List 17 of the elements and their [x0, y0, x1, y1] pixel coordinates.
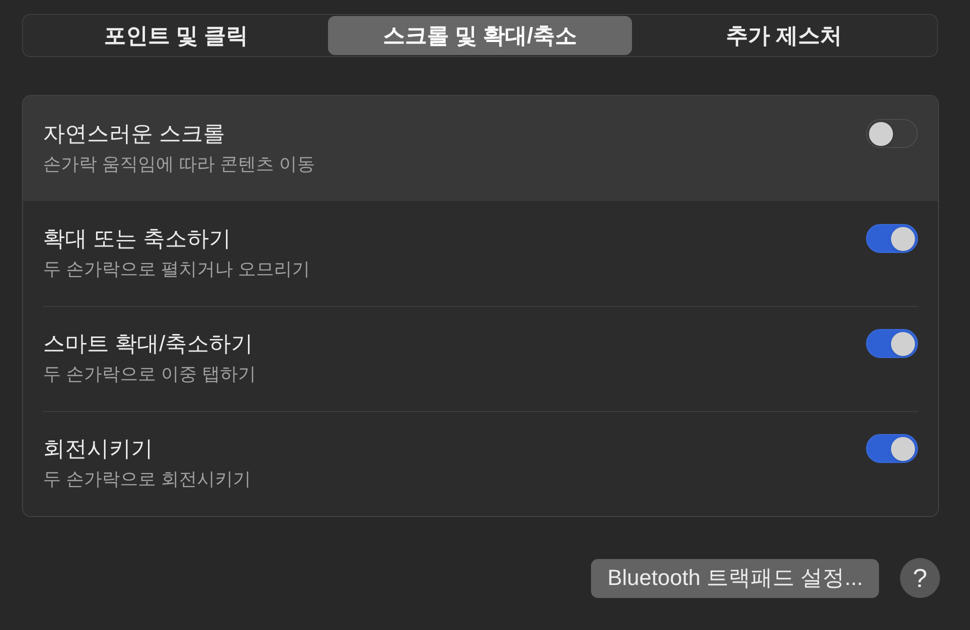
- setting-title: 회전시키기: [43, 436, 154, 462]
- toggle-switch[interactable]: [866, 119, 918, 148]
- setting-title: 확대 또는 축소하기: [43, 226, 232, 252]
- setting-description: 손가락 움직임에 따라 콘텐츠 이동: [43, 152, 316, 174]
- setting-description: 두 손가락으로 펼치거나 오므리기: [43, 258, 310, 280]
- setting-description: 두 손가락으로 이중 탭하기: [43, 362, 256, 384]
- setting-title: 스마트 확대/축소하기: [43, 330, 254, 356]
- tab[interactable]: 포인트 및 클릭: [24, 16, 328, 55]
- tab[interactable]: 스크롤 및 확대/축소: [328, 16, 632, 55]
- toggle-switch[interactable]: [866, 224, 918, 253]
- setting-title: 자연스러운 스크롤: [43, 120, 226, 146]
- bluetooth-trackpad-settings-button[interactable]: Bluetooth 트랙패드 설정...: [591, 558, 879, 598]
- tab[interactable]: 추가 제스처: [632, 16, 936, 55]
- toggle-switch[interactable]: [866, 434, 918, 463]
- setting-description: 두 손가락으로 회전시키기: [43, 468, 252, 490]
- toggle-switch[interactable]: [866, 329, 918, 358]
- help-button[interactable]: ?: [900, 558, 940, 598]
